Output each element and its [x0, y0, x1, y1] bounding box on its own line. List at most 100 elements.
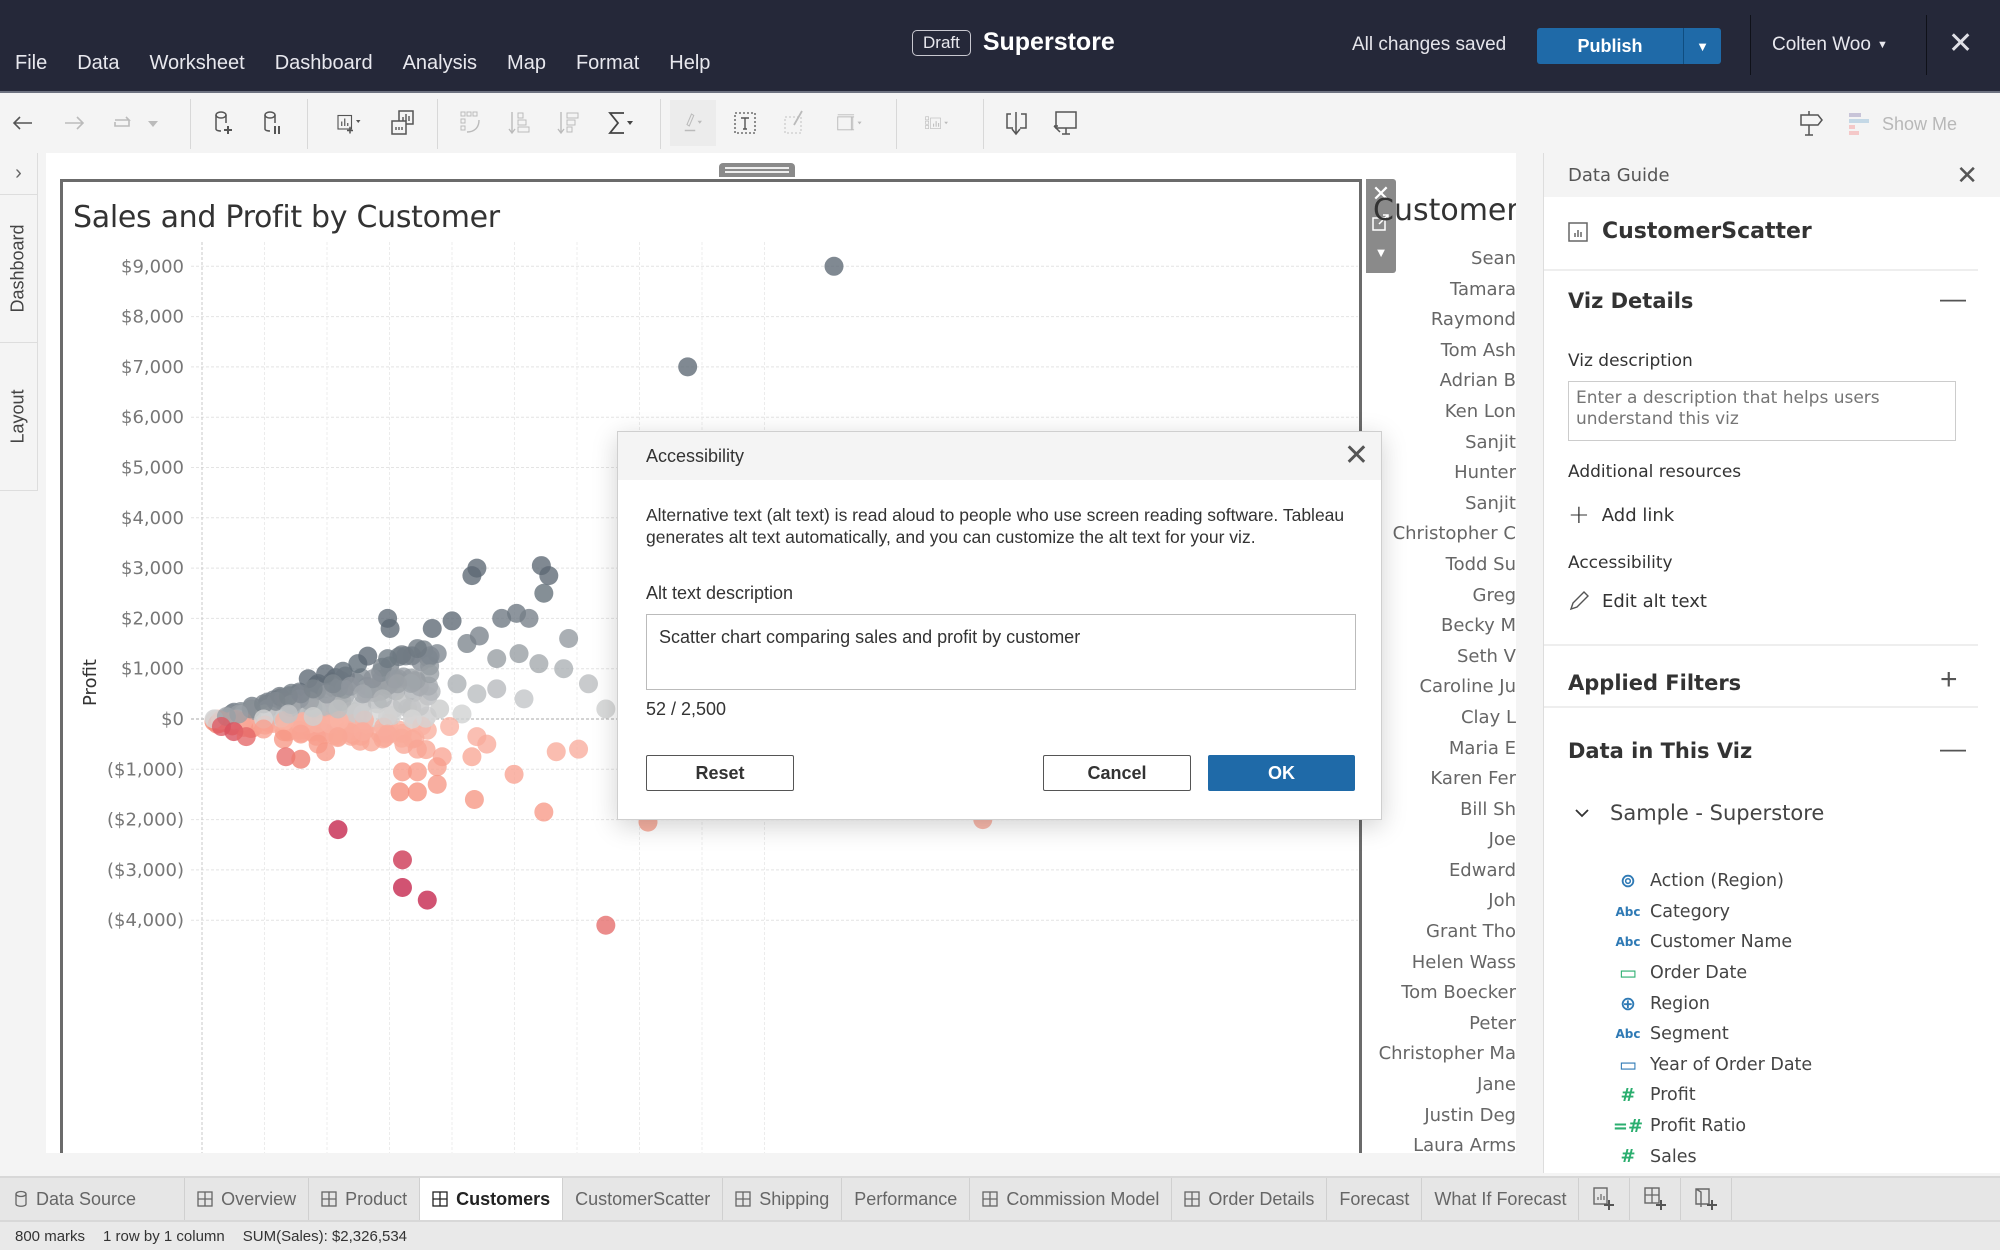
customer-label[interactable]: Seth V [1376, 646, 1516, 677]
scatter-point[interactable] [291, 724, 311, 744]
customer-label[interactable]: Greg [1376, 585, 1516, 616]
customer-label[interactable]: Sean [1376, 248, 1516, 279]
customer-label[interactable]: Jane [1376, 1074, 1516, 1105]
ok-button[interactable]: OK [1208, 755, 1355, 791]
customer-label[interactable]: Sanjit [1376, 432, 1516, 463]
customer-label[interactable]: Peter [1376, 1013, 1516, 1044]
totals-icon[interactable] [602, 106, 636, 140]
customer-label[interactable]: Christopher C [1376, 523, 1516, 554]
field-item[interactable]: ⊕ Region [1606, 988, 1812, 1019]
rail-tab-layout[interactable]: Layout [0, 343, 38, 491]
field-item[interactable]: ▭ Year of Order Date [1606, 1050, 1812, 1081]
scatter-point[interactable] [514, 689, 534, 709]
scatter-point[interactable] [303, 706, 323, 726]
scatter-point[interactable] [420, 664, 440, 684]
scatter-point[interactable] [407, 739, 427, 759]
scatter-point[interactable] [467, 558, 487, 578]
scatter-point[interactable] [596, 915, 616, 935]
scatter-point[interactable] [427, 757, 447, 777]
scatter-point[interactable] [303, 679, 323, 699]
scatter-point[interactable] [430, 699, 450, 719]
fit-icon[interactable] [826, 106, 874, 140]
scatter-point[interactable] [422, 618, 442, 638]
scatter-point[interactable] [353, 704, 373, 724]
field-item[interactable]: Abc Segment [1606, 1019, 1812, 1050]
show-me-button[interactable]: Show Me [1848, 111, 1957, 137]
field-item[interactable]: ▭ Order Date [1606, 958, 1812, 989]
scatter-point[interactable] [407, 762, 427, 782]
download-icon[interactable] [1000, 106, 1034, 140]
customer-label[interactable]: Ken Lon [1376, 401, 1516, 432]
collapse-icon[interactable]: — [1940, 283, 1966, 314]
field-item[interactable]: Abc Customer Name [1606, 927, 1812, 958]
scatter-point[interactable] [323, 674, 343, 694]
scatter-point[interactable] [316, 742, 336, 762]
scatter-point[interactable] [390, 782, 410, 802]
expand-icon[interactable]: + [1940, 663, 1958, 697]
presentation-icon[interactable] [1048, 106, 1082, 140]
scatter-point[interactable] [569, 739, 589, 759]
scatter-point[interactable] [236, 727, 256, 747]
tab-data-source[interactable]: Data Source [0, 1178, 186, 1220]
format-icon[interactable] [778, 106, 812, 140]
scatter-point[interactable] [487, 679, 507, 699]
customer-label[interactable]: Joh [1376, 890, 1516, 921]
scatter-point[interactable] [519, 608, 539, 628]
scatter-point[interactable] [427, 644, 447, 664]
sort-ascending-icon[interactable] [503, 106, 537, 140]
scatter-point[interactable] [469, 626, 489, 646]
scatter-point[interactable] [407, 639, 427, 659]
tab-shipping[interactable]: Shipping [723, 1178, 843, 1220]
scatter-point[interactable] [678, 357, 698, 377]
swap-icon[interactable] [455, 106, 489, 140]
scatter-point[interactable] [358, 646, 378, 666]
scatter-point[interactable] [380, 618, 400, 638]
add-link-button[interactable]: + Add link [1568, 500, 1674, 530]
tab-order-details[interactable]: Order Details [1172, 1178, 1328, 1220]
show-cards-icon[interactable] [912, 106, 964, 140]
customer-label[interactable]: Grant Tho [1376, 921, 1516, 952]
scatter-point[interactable] [273, 729, 293, 749]
field-item[interactable]: # Profit [1606, 1080, 1812, 1111]
scatter-point[interactable] [388, 674, 408, 694]
scatter-point[interactable] [328, 820, 348, 840]
new-story-button[interactable] [1681, 1178, 1733, 1220]
cancel-button[interactable]: Cancel [1043, 755, 1191, 791]
scatter-point[interactable] [824, 256, 844, 276]
customer-label[interactable]: Hunter [1376, 462, 1516, 493]
customer-label[interactable]: Justin Deg [1376, 1105, 1516, 1136]
rail-tab-dashboard[interactable]: Dashboard [0, 195, 38, 343]
close-icon[interactable]: ✕ [1956, 161, 1978, 191]
scatter-point[interactable] [462, 747, 482, 767]
scatter-point[interactable] [559, 629, 579, 649]
scatter-point[interactable] [229, 704, 249, 724]
scatter-point[interactable] [392, 878, 412, 898]
scatter-point[interactable] [427, 774, 447, 794]
customer-label[interactable]: Becky M [1376, 615, 1516, 646]
scatter-point[interactable] [278, 704, 298, 724]
menu-format[interactable]: Format [561, 48, 654, 79]
sort-descending-icon[interactable] [552, 106, 586, 140]
redo-icon[interactable] [57, 106, 91, 140]
tab-customers[interactable]: Customers [420, 1178, 564, 1220]
customer-label[interactable]: Karen Fer [1376, 768, 1516, 799]
close-icon[interactable]: ✕ [1344, 438, 1369, 473]
scatter-point[interactable] [353, 722, 373, 742]
customer-label[interactable]: Bill Sh [1376, 799, 1516, 830]
customer-label[interactable]: Adrian B [1376, 370, 1516, 401]
customer-label[interactable]: Todd Su [1376, 554, 1516, 585]
duplicate-sheet-icon[interactable] [386, 106, 420, 140]
field-item[interactable]: =# Profit Ratio [1606, 1111, 1812, 1142]
customer-label[interactable]: Tamara [1376, 279, 1516, 310]
customer-label[interactable]: Tom Boecker [1376, 982, 1516, 1013]
viz-description-input[interactable] [1568, 381, 1956, 441]
new-dashboard-button[interactable] [1630, 1178, 1682, 1220]
scatter-point[interactable] [504, 764, 524, 784]
customer-label[interactable]: Tom Ash [1376, 340, 1516, 371]
tab-overview[interactable]: Overview [185, 1178, 310, 1220]
scatter-point[interactable] [467, 684, 487, 704]
scatter-point[interactable] [554, 659, 574, 679]
tab-forecast[interactable]: Forecast [1327, 1178, 1423, 1220]
customer-label[interactable]: Helen Wass [1376, 952, 1516, 983]
edit-alt-text-button[interactable]: Edit alt text [1568, 590, 1707, 612]
